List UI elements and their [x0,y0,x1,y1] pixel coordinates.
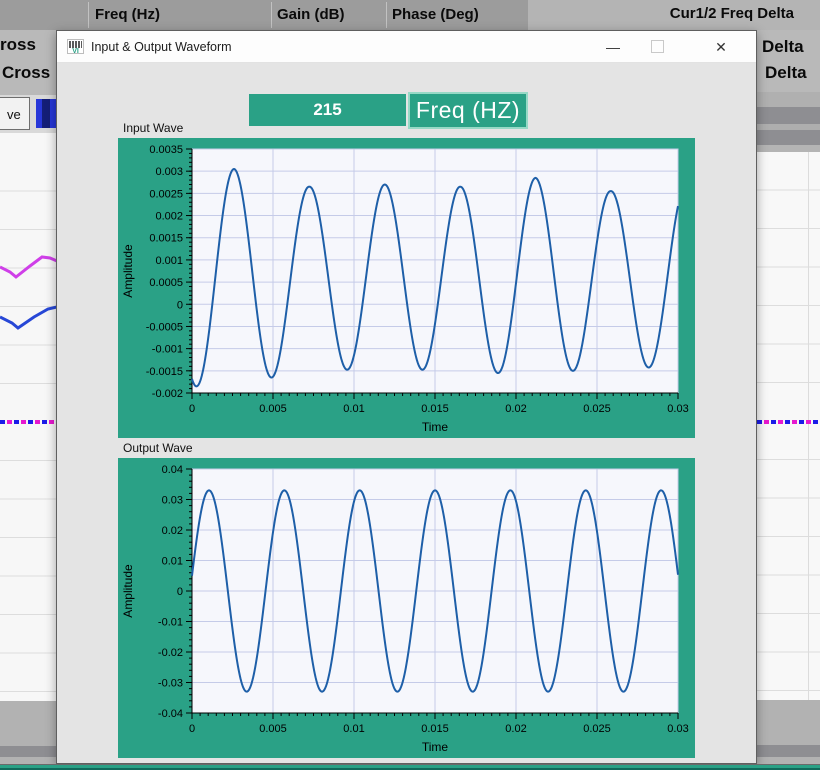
svg-text:0.04: 0.04 [162,464,183,476]
svg-text:0.03: 0.03 [162,495,183,507]
bg-band [757,130,820,145]
bg-cursor-dashed-line-left [0,420,57,424]
close-button[interactable]: ✕ [705,31,737,63]
bg-row-cross-2: Cross [2,63,50,83]
svg-text:0.02: 0.02 [162,525,183,537]
svg-text:0.005: 0.005 [259,403,287,415]
bg-row-delta-1: Delta [762,37,804,57]
frequency-units-label: Freq (HZ) [408,92,528,129]
svg-text:Amplitude: Amplitude [121,564,135,618]
output-wave-graph: 0 0.005 0.01 0.015 0.02 0.025 0.03 0.04 0.03 0.02… [118,458,695,758]
bg-blue-legend-box [36,99,57,128]
svg-text:0.01: 0.01 [343,403,364,415]
bg-band [757,92,820,107]
maximize-button[interactable] [651,40,664,53]
bg-cursor-dashed-line-right [757,420,820,424]
input-wave-graph: 0 0.005 0.01 0.015 0.02 0.025 0.03 0.0035 0.003 0… [118,138,695,438]
svg-text:-0.02: -0.02 [158,647,183,659]
labview-vi-icon: VI [67,39,84,54]
bg-band [757,700,820,745]
bg-header-divider [271,2,272,28]
svg-text:0.03: 0.03 [667,723,688,735]
bg-row-cross-1: ross [0,35,36,55]
bg-band [0,701,57,746]
svg-text:-0.03: -0.03 [158,678,183,690]
svg-text:Time: Time [422,420,449,434]
bg-magenta-curve [0,257,57,277]
svg-text:-0.002: -0.002 [152,388,183,400]
bg-band [0,746,57,757]
svg-text:0.02: 0.02 [505,403,526,415]
svg-text:0: 0 [189,723,195,735]
svg-text:0.001: 0.001 [155,255,183,267]
bg-teal-bar [0,765,820,770]
bg-left-plot-margin [0,133,57,701]
svg-text:0: 0 [177,299,183,311]
titlebar[interactable]: VI Input & Output Waveform — ✕ [57,31,756,63]
svg-text:0.01: 0.01 [343,723,364,735]
bg-band [757,745,820,757]
bg-col-phase: Phase (Deg) [392,0,479,30]
svg-text:0.03: 0.03 [667,403,688,415]
svg-text:0.015: 0.015 [421,403,449,415]
svg-text:0.0035: 0.0035 [149,144,183,156]
bg-wave-button-partial: ve [0,97,30,130]
svg-text:Amplitude: Amplitude [121,244,135,298]
bg-blue-curve [0,307,57,328]
svg-text:0.0015: 0.0015 [149,233,183,245]
bg-band [757,107,820,124]
svg-text:0.005: 0.005 [259,723,287,735]
minimize-button[interactable]: — [597,31,629,63]
svg-text:-0.04: -0.04 [158,708,183,720]
bg-band [757,145,820,152]
bg-col-gain: Gain (dB) [277,0,345,30]
bg-right-plot-margin [757,152,820,700]
svg-text:0.025: 0.025 [583,723,611,735]
svg-text:0.003: 0.003 [155,166,183,178]
bg-col-freq: Freq (Hz) [95,0,160,30]
frequency-value-indicator[interactable]: 215 [249,94,406,126]
svg-text:0.015: 0.015 [421,723,449,735]
svg-text:Time: Time [422,740,449,754]
svg-text:0.0005: 0.0005 [149,277,183,289]
bg-left-plot-curves [0,133,57,701]
bg-header-divider [88,2,89,28]
svg-text:0: 0 [177,586,183,598]
svg-text:0.01: 0.01 [162,556,183,568]
svg-text:0.025: 0.025 [583,403,611,415]
bg-header-divider [386,2,387,28]
input-wave-plot: 0 0.005 0.01 0.015 0.02 0.025 0.03 0.0035 0.003 0… [118,138,695,438]
screen: Freq (Hz) Gain (dB) Phase (Deg) Cur1/2 F… [0,0,820,770]
svg-text:0: 0 [189,403,195,415]
svg-text:0.002: 0.002 [155,211,183,223]
window-title: Input & Output Waveform [91,31,232,63]
svg-text:0.02: 0.02 [505,723,526,735]
output-wave-plot: 0 0.005 0.01 0.015 0.02 0.025 0.03 0.04 0.03 0.02… [118,458,695,758]
svg-text:-0.001: -0.001 [152,344,183,356]
output-wave-caption: Output Wave [123,441,193,455]
svg-text:-0.0015: -0.0015 [146,366,183,378]
svg-text:-0.0005: -0.0005 [146,321,183,333]
bg-cur-delta-label: Cur1/2 Freq Delta [670,5,794,22]
svg-text:-0.01: -0.01 [158,617,183,629]
input-wave-caption: Input Wave [123,121,183,135]
waveform-window: VI Input & Output Waveform — ✕ 215 Freq … [56,30,757,764]
bg-row-delta-2: Delta [765,63,807,83]
svg-text:0.0025: 0.0025 [149,188,183,200]
